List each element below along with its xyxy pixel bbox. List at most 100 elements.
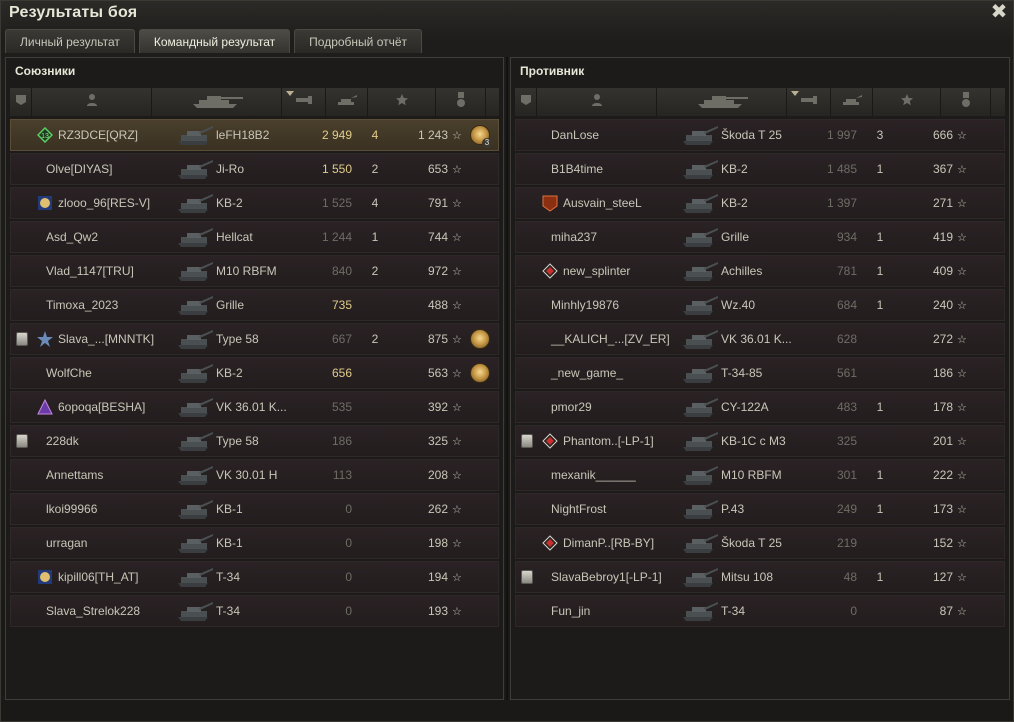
enemy-header-tank[interactable] [657,88,787,116]
clan-icon-empty [35,296,43,314]
xp-value: 367 [932,162,953,176]
orange-clan-icon [540,194,560,212]
ally-player-row[interactable]: 228dk Type 58 186 325 ☆ [10,425,499,457]
enemy-player-row[interactable]: Ausvain_steeL KB-2 1 397 271 ☆ [515,187,1005,219]
clan-icon-empty [35,534,43,552]
squad-icon [520,93,532,111]
tank-name: M10 RBFM [216,264,277,278]
ally-player-row[interactable]: Annettams VK 30.01 H 113 208 ☆ [10,459,499,491]
enemy-player-row[interactable]: Phantom..[-LP-1] KB-1C c M3 325 201 ☆ [515,425,1005,457]
player-name: Fun_jin [551,604,591,618]
ally-player-row[interactable]: Timoxa_2023 Grille 735 488 ☆ [10,289,499,321]
enemy-player-row[interactable]: DanLose Škoda T 25 1 997 3 666 ☆ [515,119,1005,151]
xp-value: 208 [427,468,448,482]
player-name: Slava_Strelok228 [46,604,141,618]
star-icon: ☆ [452,163,462,176]
star-icon: ☆ [957,469,967,482]
player-cell: Slava_...[MNNTK] [33,330,174,348]
enemy-rows: DanLose Škoda T 25 1 997 3 666 ☆ B1B4time KB-2 1… [515,119,1005,629]
enemy-player-row[interactable]: Fun_jin T-34 0 87 ☆ [515,595,1005,627]
player-cell: B1B4time [538,160,679,178]
enemy-player-row[interactable]: _new_game_ T-34-85 561 186 ☆ [515,357,1005,389]
ally-header-damage[interactable] [282,88,326,116]
enemy-header-frags[interactable] [831,88,873,116]
enemy-header-player[interactable] [537,88,657,116]
player-cell: Slava_Strelok228 [33,602,174,620]
ally-player-row[interactable]: 13 RZ3DCE[QRZ] leFH18B2 2 949 4 1 243 ☆ 3 [10,119,499,151]
star-icon: ☆ [452,333,462,346]
medal-icon[interactable] [470,363,490,383]
tank-icon [679,327,721,351]
player-name: Annettams [46,468,104,482]
ally-player-row[interactable]: Olve[DIYAS] Ji-Ro 1 550 2 653 ☆ [10,153,499,185]
player-cell: new_splinter [538,262,679,280]
tank-icon [174,531,216,555]
blue-clan-icon [35,568,55,586]
player-cell: 228dk [33,432,174,450]
tank-icon [174,123,216,147]
star-icon: ☆ [957,605,967,618]
tank-name: VK 36.01 K... [216,400,287,414]
clan-icon-empty [35,466,43,484]
ally-player-row[interactable]: Slava_Strelok228 T-34 0 193 ☆ [10,595,499,627]
tank-name: T-34 [721,604,746,618]
damage-value: 1 397 [826,196,857,210]
medal-icon[interactable] [470,329,490,349]
squad-icon [15,93,27,111]
player-cell: DimanP..[RB-BY] [538,534,679,552]
damage-value: 561 [836,366,857,380]
clan-icon-empty [540,364,548,382]
tank-icon [679,259,721,283]
enemy-header-squad[interactable] [515,88,537,116]
ally-player-row[interactable]: 6opoqa[BESHA] VK 36.01 K... 535 392 ☆ [10,391,499,423]
star-clan-icon [35,330,55,348]
enemy-header-xp[interactable] [873,88,941,116]
enemy-player-row[interactable]: miha237 Grille 934 1 419 ☆ [515,221,1005,253]
ally-header-medal[interactable] [436,88,486,116]
window-title: Результаты боя [9,4,138,21]
ally-player-row[interactable]: lkoi99966 KB-1 0 262 ☆ [10,493,499,525]
tab-personal-result[interactable]: Личный результат [5,29,135,53]
ally-player-row[interactable]: Asd_Qw2 Hellcat 1 244 1 744 ☆ [10,221,499,253]
tank-name: Škoda T 25 [721,128,782,142]
enemy-header-medal[interactable] [941,88,991,116]
ally-player-row[interactable]: urragan KB-1 0 198 ☆ [10,527,499,559]
damage-value: 1 997 [826,128,857,142]
ally-header-xp[interactable] [368,88,436,116]
tab-team-result[interactable]: Командный результат [138,29,291,53]
xp-value: 173 [932,502,953,516]
tank-name: CY-122A [721,400,769,414]
enemy-player-row[interactable]: new_splinter Achilles 781 1 409 ☆ [515,255,1005,287]
clan-icon-empty [540,466,548,484]
close-icon[interactable]: ✖ [989,2,1009,22]
ally-header-squad[interactable] [10,88,32,116]
xp-value: 875 [427,332,448,346]
enemy-player-row[interactable]: SlavaBebroy1[-LP-1] Mitsu 108 48 1 127 ☆ [515,561,1005,593]
enemy-player-row[interactable]: NightFrost P.43 249 1 173 ☆ [515,493,1005,525]
squad-badge-icon [521,570,533,584]
enemy-player-row[interactable]: __KALICH_...[ZV_ER] VK 36.01 K... 628 272 ☆ [515,323,1005,355]
ally-player-row[interactable]: Slava_...[MNNTK] Type 58 667 2 875 ☆ [10,323,499,355]
enemy-player-row[interactable]: pmor29 CY-122A 483 1 178 ☆ [515,391,1005,423]
enemy-player-row[interactable]: mexanik______ M10 RBFM 301 1 222 ☆ [515,459,1005,491]
xp-value: 178 [932,400,953,414]
tank-name: KB-2 [721,162,748,176]
tab-detailed-report[interactable]: Подробный отчёт [294,29,423,53]
star-icon: ☆ [452,265,462,278]
ally-player-row[interactable]: zlooo_96[RES-V] KB-2 1 525 4 791 ☆ [10,187,499,219]
ally-header-player[interactable] [32,88,152,116]
ally-player-row[interactable]: WolfChe KB-2 656 563 ☆ [10,357,499,389]
enemy-player-row[interactable]: DimanP..[RB-BY] Škoda T 25 219 152 ☆ [515,527,1005,559]
player-name: __KALICH_...[ZV_ER] [551,332,670,346]
star-icon [395,93,409,112]
damage-value: 535 [331,400,352,414]
ally-player-row[interactable]: Vlad_1147[TRU] M10 RBFM 840 2 972 ☆ [10,255,499,287]
enemy-player-row[interactable]: Minhly19876 Wz.40 684 1 240 ☆ [515,289,1005,321]
player-cell: SlavaBebroy1[-LP-1] [538,568,679,586]
ally-player-row[interactable]: kipill06[TH_AT] T-34 0 194 ☆ [10,561,499,593]
ally-header-frags[interactable] [326,88,368,116]
ally-header-tank[interactable] [152,88,282,116]
player-cell: _new_game_ [538,364,679,382]
enemy-header-damage[interactable] [787,88,831,116]
enemy-player-row[interactable]: B1B4time KB-2 1 485 1 367 ☆ [515,153,1005,185]
